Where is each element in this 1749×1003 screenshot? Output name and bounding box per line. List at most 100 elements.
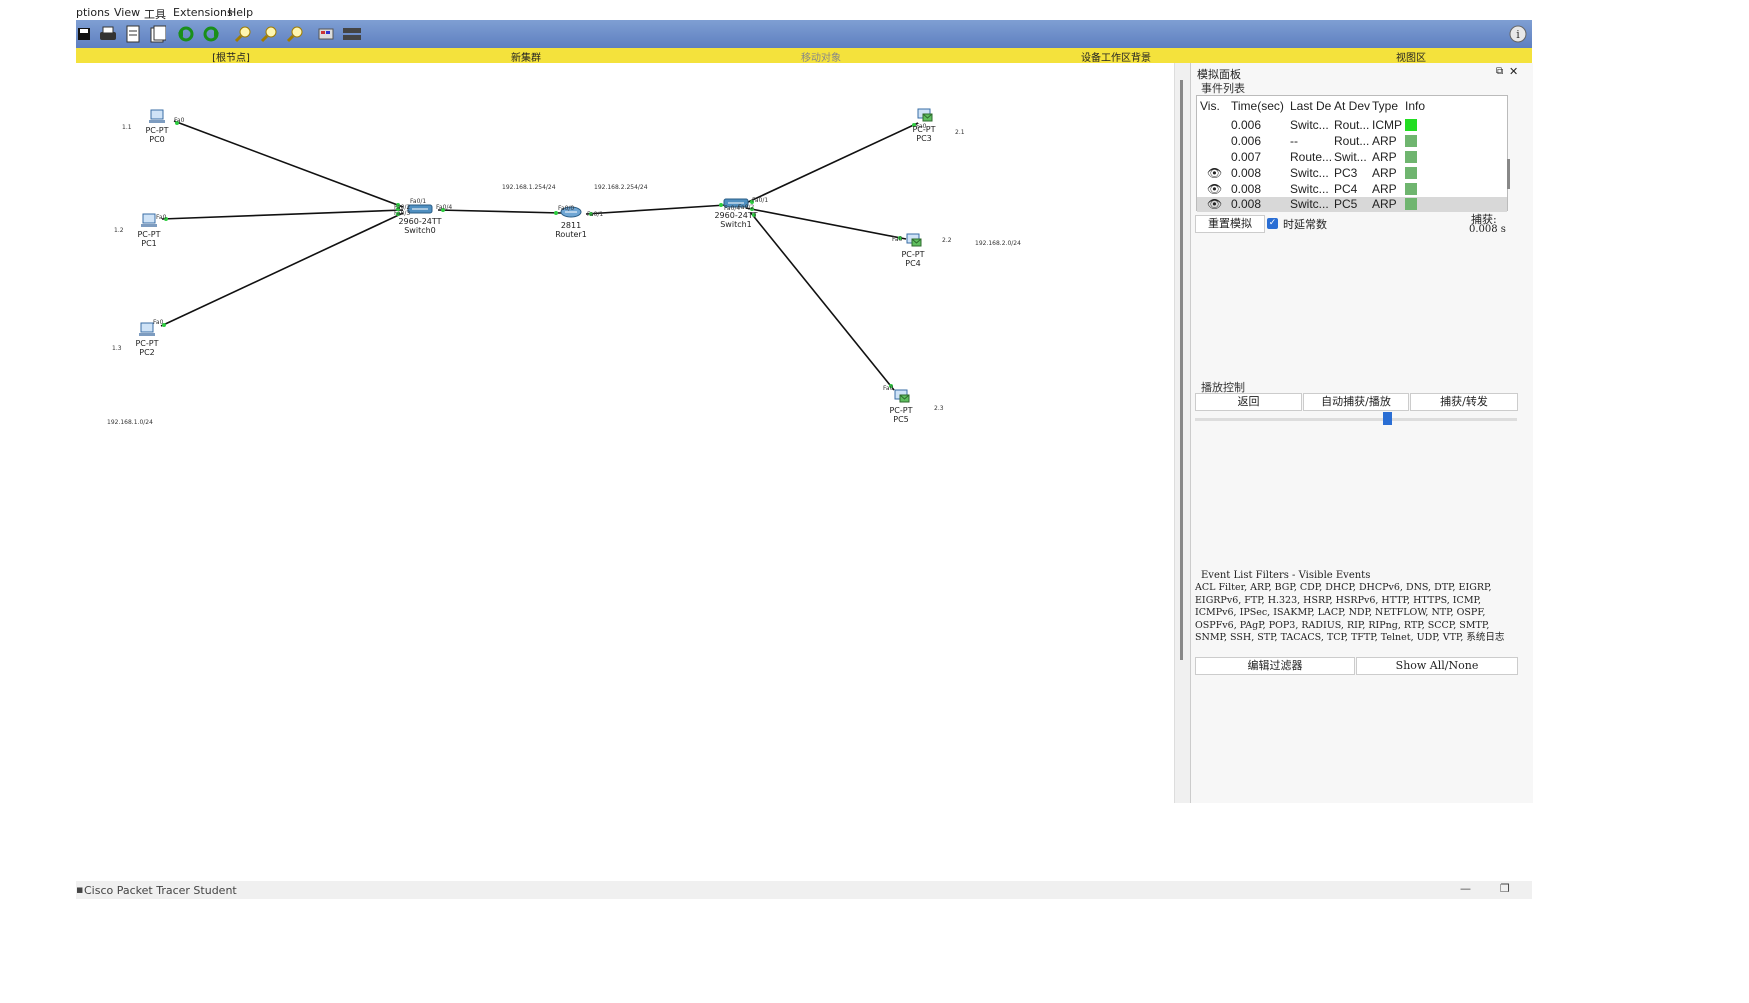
event-time: 0.008 (1231, 197, 1262, 211)
event-info-swatch[interactable] (1405, 198, 1417, 210)
pc0-node[interactable]: PC-PT PC0 (127, 109, 187, 144)
workspace-scrollbar[interactable] (1180, 80, 1183, 660)
pc5-node[interactable]: PC-PT PC5 (871, 389, 931, 424)
pc1-node[interactable]: PC-PT PC1 (119, 213, 179, 248)
eye-icon[interactable]: 👁 (1207, 166, 1222, 180)
pc0-port-label: Fa0 (174, 117, 185, 124)
event-info-swatch[interactable] (1405, 119, 1417, 131)
pc1-ip-label: 1.2 (114, 227, 124, 234)
restore-icon[interactable]: ❐ (1500, 882, 1510, 895)
switch1-port-1: Fa0/1 (752, 197, 769, 204)
event-row[interactable]: 👁 0.008 Switc... PC3 ARP (1197, 166, 1507, 181)
event-at: Rout... (1334, 134, 1370, 148)
pc0-ip-label: 1.1 (122, 124, 132, 131)
col-vis[interactable]: Vis. (1200, 99, 1220, 113)
event-at: Swit... (1334, 150, 1367, 164)
back-button[interactable]: 返回 (1195, 393, 1302, 411)
event-info-swatch[interactable] (1405, 151, 1417, 163)
new-cluster-button[interactable]: 新集群 (511, 49, 541, 64)
event-type: ICMP (1372, 118, 1402, 132)
event-time: 0.007 (1231, 150, 1262, 164)
event-row-selected[interactable]: 👁 0.008 Switc... PC5 ARP (1197, 197, 1507, 212)
event-at: PC3 (1334, 166, 1358, 180)
auto-capture-play-button[interactable]: 自动捕获/播放 (1303, 393, 1409, 411)
event-last: Switc... (1290, 166, 1329, 180)
workspace-background-button[interactable]: 设备工作区背景 (1081, 49, 1151, 64)
zoom-reset-icon[interactable] (259, 24, 279, 44)
router1-model: 2811 (560, 221, 582, 230)
save-icon[interactable] (74, 24, 94, 44)
pc1-model: PC-PT (137, 230, 161, 239)
redo-icon[interactable] (201, 24, 221, 44)
zoom-in-icon[interactable] (233, 24, 253, 44)
logical-workspace[interactable]: PC-PT PC0 PC-PT PC1 PC-PT PC2 PC-PT PC3 … (76, 63, 1174, 803)
col-time[interactable]: Time(sec) (1231, 99, 1284, 113)
col-last-device[interactable]: Last De (1290, 99, 1331, 113)
menu-view[interactable]: View (114, 6, 140, 19)
constant-delay-checkbox[interactable]: ✓ (1267, 218, 1278, 229)
info-icon[interactable]: i (1508, 24, 1528, 44)
event-last: Route... (1290, 150, 1333, 164)
event-row[interactable]: 0.006 Switc... Rout... ICMP (1197, 118, 1507, 133)
event-info-swatch[interactable] (1405, 135, 1417, 147)
capture-forward-button[interactable]: 捕获/转发 (1410, 393, 1518, 411)
event-row[interactable]: 0.007 Route... Swit... ARP (1197, 150, 1507, 165)
pc3-name: PC3 (916, 134, 932, 143)
simulation-panel: 模拟面板 ⧉ ✕ 事件列表 Vis. Time(sec) Last De At … (1190, 63, 1533, 803)
col-at-device[interactable]: At Dev (1334, 99, 1370, 113)
menu-options[interactable]: ptions (76, 6, 110, 19)
pc4-port-label: Fa0 (892, 236, 903, 243)
event-info-swatch[interactable] (1405, 183, 1417, 195)
pc0-name: PC0 (149, 135, 165, 144)
menu-help[interactable]: Help (228, 6, 253, 19)
menu-bar: ptions View 工具 Extensions Help (76, 0, 1532, 21)
event-row[interactable]: 0.006 -- Rout... ARP (1197, 134, 1507, 149)
show-all-none-button[interactable]: Show All/None (1356, 657, 1518, 675)
event-row[interactable]: 👁 0.008 Switc... PC4 ARP (1197, 182, 1507, 197)
switch1-name: Switch1 (720, 220, 752, 229)
col-info[interactable]: Info (1405, 99, 1425, 113)
net-label-1: 192.168.1.254/24 (502, 184, 556, 191)
event-type: ARP (1372, 197, 1397, 211)
event-type: ARP (1372, 166, 1397, 180)
net-label-4: 192.168.1.0/24 (107, 419, 153, 426)
eye-icon[interactable]: 👁 (1207, 182, 1222, 196)
event-type: ARP (1372, 182, 1397, 196)
close-icon[interactable]: ✕ (1509, 65, 1518, 78)
event-info-swatch[interactable] (1405, 167, 1417, 179)
pc1-name: PC1 (141, 239, 157, 248)
eye-icon[interactable]: 👁 (1207, 197, 1222, 211)
move-object-button[interactable]: 移动对象 (801, 49, 841, 64)
zoom-out-icon[interactable] (285, 24, 305, 44)
menu-extensions[interactable]: Extensions (173, 6, 233, 19)
pc4-name: PC4 (905, 259, 921, 268)
pc2-model: PC-PT (135, 339, 159, 348)
undo-icon[interactable] (176, 24, 196, 44)
edit-filters-button[interactable]: 编辑过滤器 (1195, 657, 1355, 675)
pc4-ip-label: 2.2 (942, 237, 952, 244)
net-label-2: 192.168.2.254/24 (594, 184, 648, 191)
app-title: Cisco Packet Tracer Student (84, 884, 237, 897)
device-icon[interactable] (342, 24, 362, 44)
minimize-icon[interactable]: — (1460, 882, 1471, 895)
router1-name: Router1 (555, 230, 587, 239)
root-node-link[interactable]: [根节点] (212, 49, 250, 64)
switch1-port-2: Fa0/2 (738, 204, 755, 211)
palette-icon[interactable] (316, 24, 336, 44)
event-list-scrollbar[interactable] (1507, 159, 1510, 189)
play-speed-slider[interactable] (1195, 418, 1517, 421)
print-icon[interactable] (98, 24, 118, 44)
net-label-3: 192.168.2.0/24 (975, 240, 1021, 247)
reset-simulation-button[interactable]: 重置模拟 (1195, 215, 1265, 233)
paste-icon[interactable] (148, 24, 168, 44)
pc2-node[interactable]: PC-PT PC2 (117, 322, 177, 357)
col-type[interactable]: Type (1372, 99, 1398, 113)
pc3-ip-label: 2.1 (955, 129, 965, 136)
pc5-ip-label: 2.3 (934, 405, 944, 412)
viewport-button[interactable]: 视图区 (1396, 49, 1426, 64)
copy-icon[interactable] (123, 24, 143, 44)
workspace-nav-bar: [根节点] 新集群 移动对象 设备工作区背景 视图区 (76, 48, 1532, 64)
float-icon[interactable]: ⧉ (1496, 66, 1503, 77)
switch0-port-1: Fa0/1 (410, 198, 427, 205)
play-speed-slider-handle[interactable] (1383, 412, 1392, 425)
